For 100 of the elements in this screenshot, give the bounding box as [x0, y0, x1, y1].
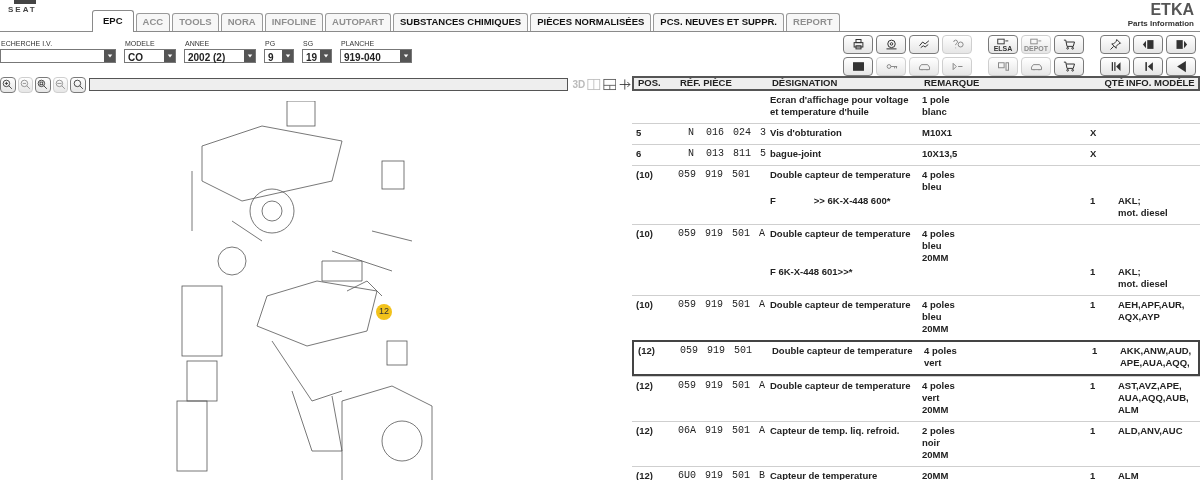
- part-number-cell-text: 06A 919 501 A: [678, 425, 765, 438]
- dropdown-value: 19: [305, 52, 318, 63]
- table-row[interactable]: 6 N 013 811 5 bague-joint 10X13,5 X: [632, 144, 1200, 165]
- dropdown-field[interactable]: CO: [124, 49, 176, 63]
- tab[interactable]: EPC: [92, 10, 134, 32]
- designation-text: Ecran d'affichage pour voltage: [770, 94, 910, 106]
- table-row[interactable]: (10) 059 919 501 Double capteur de temperature 4 poles bleu F >> 6K-X-448 600* 1 AKL; mot. diesel: [632, 165, 1200, 224]
- table-row[interactable]: (12) 06A 919 501 A Capteur de temp. liq. refroid. 2 poles noir 20MM 1 ALD,ANV,AUC: [632, 421, 1200, 466]
- model-info-text: APE,AUA,AQQ,: [1120, 357, 1191, 369]
- column-header: DÉSIGNATION: [772, 76, 839, 91]
- remark-text: 20MM: [922, 252, 950, 264]
- column-header: QTÉ: [1103, 76, 1125, 91]
- quantity-cell: 1: [1090, 470, 1096, 480]
- quantity-cell: X: [1090, 148, 1097, 159]
- remark-text: blanc: [922, 106, 948, 118]
- remark-text: M10X1: [922, 127, 954, 139]
- part-number-cell: 016 024 3: [706, 127, 767, 139]
- logo-subtitle: Parts Information: [1127, 19, 1194, 29]
- designation-text: Capteur de temp. liq. refroid.: [770, 425, 901, 437]
- remark-text: 4 poles: [922, 299, 956, 311]
- part-number-cell-text: 059 919 501 A: [678, 299, 765, 312]
- model-info-text: mot. diesel: [1118, 207, 1169, 219]
- position-cell: (12): [638, 345, 655, 356]
- remark-text: bleu: [922, 181, 943, 193]
- remark-text: 20MM: [922, 449, 950, 461]
- tab[interactable]: PIÈCES NORMALISÉES: [530, 13, 652, 31]
- dropdown-value: 9: [267, 52, 274, 63]
- note-text: >> 6K-X-448 600*: [813, 195, 891, 208]
- part-number-cell-text: 059 919 501: [678, 169, 750, 182]
- etka-logo: ETKA: [1150, 1, 1194, 19]
- quantity-cell: 1: [1090, 266, 1096, 277]
- position-cell: (10): [636, 299, 653, 310]
- part-number-cell-text: 059 919 501: [680, 345, 752, 358]
- dropdown-value: 2002 (2): [187, 52, 226, 63]
- tab[interactable]: PCS. NEUVES ET SUPPR.: [653, 13, 784, 31]
- model-info-text: AKL;: [1118, 195, 1142, 207]
- highlighted-callout[interactable]: 12: [376, 304, 392, 320]
- table-row[interactable]: (10) 059 919 501 A Double capteur de temperature 4 poles bleu 20MM F 6K-X-448 601>>* 1 AKL; mot. diesel: [632, 224, 1200, 295]
- dropdown-value: CO: [127, 52, 143, 63]
- dropdown-field[interactable]: 9: [264, 49, 294, 63]
- position-cell: (10): [636, 169, 653, 180]
- quantity-cell: 1: [1090, 299, 1096, 310]
- table-row[interactable]: Ecran d'affichage pour voltage et temperature d'huile 1 pole blanc: [632, 91, 1200, 123]
- designation-text: bague-joint: [770, 148, 823, 160]
- remark-text: 4 poles: [922, 169, 956, 181]
- column-header: INFO. MODÈLE: [1126, 76, 1196, 91]
- remark-text: 20MM: [922, 470, 950, 480]
- table-row[interactable]: (12) 059 919 501 Double capteur de temperature 4 poles vert 1 AKK,ANW,AUD, APE,AUA,AQQ,: [632, 340, 1200, 376]
- designation-text: Double capteur de temperature: [770, 228, 912, 240]
- model-info-text: AQX,AYP: [1118, 311, 1161, 323]
- brand-name: SEAT: [8, 6, 37, 14]
- tab[interactable]: SUBSTANCES CHIMIQUES: [392, 13, 529, 31]
- column-header: RÉF. PIÈCE: [680, 76, 733, 91]
- position-cell: 5: [636, 127, 642, 138]
- quantity-cell: 1: [1090, 195, 1096, 206]
- model-info-text: AEH,APF,AUR,: [1118, 299, 1186, 311]
- table-row[interactable]: (12) 059 919 501 A Double capteur de temperature 4 poles vert 20MM 1 AST,AVZ,APE, AUA,AQQ,AUB, ALM: [632, 376, 1200, 421]
- position-cell: (10): [636, 228, 653, 239]
- remark-text: vert: [922, 392, 941, 404]
- model-info-text: ALM: [1118, 404, 1140, 416]
- quantity-cell: 1: [1090, 380, 1096, 391]
- remark-text: 10X13,5: [922, 148, 959, 160]
- quantity-cell: 1: [1090, 425, 1096, 436]
- model-info-text: AUA,AQQ,AUB,: [1118, 392, 1190, 404]
- designation-text: Double capteur de temperature: [770, 380, 912, 392]
- designation-text: Double capteur de temperature: [772, 345, 914, 357]
- designation-text: Double capteur de temperature: [770, 299, 912, 311]
- designation-text: Double capteur de temperature: [770, 169, 912, 181]
- model-info-text: AST,AVZ,APE,: [1118, 380, 1183, 392]
- position-cell: (12): [636, 380, 653, 391]
- position-cell: 6: [636, 148, 642, 159]
- remark-text: vert: [924, 357, 943, 369]
- remark-text: 4 poles: [924, 345, 958, 357]
- dropdown-value: 919-040: [343, 52, 381, 63]
- remark-text: noir: [922, 437, 941, 449]
- part-number-cell-text: 059 919 501 A: [678, 228, 765, 241]
- model-info-text: AKK,ANW,AUD,: [1120, 345, 1192, 357]
- remark-text: bleu: [922, 240, 943, 252]
- column-header: POS.: [637, 76, 662, 91]
- remark-text: 20MM: [922, 404, 950, 416]
- remark-text: 2 poles: [922, 425, 956, 437]
- prefix-cell-text: N: [687, 148, 694, 160]
- position-cell: (12): [636, 425, 653, 436]
- note-text: F 6K-X-448 601>>*: [770, 266, 853, 279]
- model-info-text: ALD,ANV,AUC: [1118, 425, 1184, 437]
- quantity-cell: X: [1090, 127, 1097, 138]
- table-row[interactable]: 5 N 016 024 3 Vis d'obturation M10X1 X: [632, 123, 1200, 144]
- dropdown-field[interactable]: 2002 (2): [184, 49, 256, 63]
- part-number-cell: 6U0 919 501 B: [678, 470, 765, 480]
- model-info-text: AKL;: [1118, 266, 1142, 278]
- dropdown-field[interactable]: 919-040: [340, 49, 412, 63]
- prefix-cell-text: N: [687, 127, 694, 139]
- remark-text: 4 poles: [922, 228, 956, 240]
- remark-text: bleu: [922, 311, 943, 323]
- table-row[interactable]: (10) 059 919 501 A Double capteur de temperature 4 poles bleu 20MM 1 AEH,APF,AUR, AQX,AYP: [632, 295, 1200, 340]
- part-number-cell-text: 059 919 501 A: [678, 380, 765, 393]
- column-header: REMARQUE: [924, 76, 981, 91]
- note-code: F: [770, 195, 776, 208]
- dropdown-field[interactable]: 19: [302, 49, 332, 63]
- designation-text: Vis d'obturation: [770, 127, 843, 139]
